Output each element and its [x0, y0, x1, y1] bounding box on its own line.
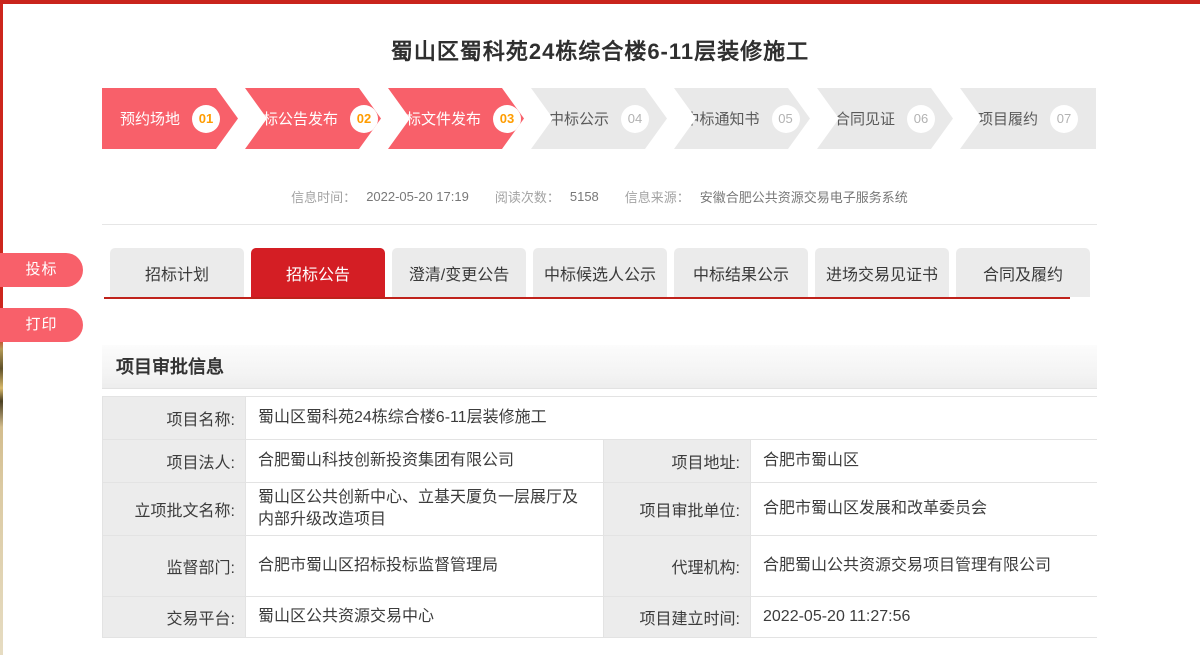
info-source-label: 信息来源： — [625, 187, 690, 206]
tab-clarification-change[interactable]: 澄清/变更公告 — [392, 248, 526, 297]
step-award-notice: 中标通知书 05 — [674, 88, 810, 149]
table-label-approval-doc-name: 立项批文名称: — [103, 483, 245, 535]
tab-contract-performance[interactable]: 合同及履约 — [956, 248, 1090, 297]
table-value-legal-person: 合肥蜀山科技创新投资集团有限公司 — [246, 440, 603, 482]
process-steps: 预约场地 01 招标公告发布 02 招标文件发布 03 中标公示 04 中标通知… — [102, 88, 1096, 149]
info-meta-line: 信息时间： 2022-05-20 17:19 阅读次数： 5158 信息来源： … — [102, 187, 1097, 206]
table-value-project-create-time: 2022-05-20 11:27:56 — [751, 597, 1098, 637]
step-number-badge: 07 — [1050, 105, 1078, 133]
agency-text: 合肥蜀山公共资源交易项目管理有限公司 — [763, 555, 1051, 577]
bid-button[interactable]: 投标 — [0, 253, 83, 287]
table-value-project-name: 蜀山区蜀科苑24栋综合楼6-11层装修施工 — [246, 397, 1098, 439]
print-button[interactable]: 打印 — [0, 308, 83, 342]
table-label-approval-authority: 项目审批单位: — [604, 483, 750, 535]
table-value-trade-platform: 蜀山区公共资源交易中心 — [246, 597, 603, 637]
table-label-project-address: 项目地址: — [604, 440, 750, 482]
table-label-project-create-time: 项目建立时间: — [604, 597, 750, 637]
table-label-project-name: 项目名称: — [103, 397, 245, 439]
page: 蜀山区蜀科苑24栋综合楼6-11层装修施工 预约场地 01 招标公告发布 02 … — [0, 0, 1200, 655]
step-tender-documents: 招标文件发布 03 — [388, 88, 524, 149]
horizontal-divider — [102, 224, 1097, 225]
table-value-approval-doc-name: 蜀山区公共创新中心、立基天厦负一层展厅及内部升级改造项目 — [246, 483, 603, 535]
step-label: 项目履约 — [978, 108, 1038, 129]
table-label-trade-platform: 交易平台: — [103, 597, 245, 637]
top-red-bar — [0, 0, 1200, 4]
table-value-agency: 合肥蜀山公共资源交易项目管理有限公司 — [751, 536, 1098, 596]
step-number-badge: 01 — [192, 105, 220, 133]
step-contract-witness: 合同见证 06 — [817, 88, 953, 149]
table-value-project-address: 合肥市蜀山区 — [751, 440, 1098, 482]
content-tabs: 招标计划 招标公告 澄清/变更公告 中标候选人公示 中标结果公示 进场交易见证书… — [110, 248, 1090, 297]
table-label-legal-person: 项目法人: — [103, 440, 245, 482]
view-count-label: 阅读次数： — [495, 187, 560, 206]
tab-tender-announcement[interactable]: 招标公告 — [251, 248, 385, 297]
table-label-agency: 代理机构: — [604, 536, 750, 596]
section-title-project-approval: 项目审批信息 — [102, 345, 1097, 389]
view-count-value: 5158 — [570, 189, 599, 204]
step-tender-announcement: 招标公告发布 02 — [245, 88, 381, 149]
step-label: 招标公告发布 — [248, 108, 338, 129]
table-label-supervision-dept: 监督部门: — [103, 536, 245, 596]
step-number-badge: 04 — [621, 105, 649, 133]
tabs-red-underline — [104, 297, 1070, 299]
step-winner-publicity: 中标公示 04 — [531, 88, 667, 149]
info-time-value: 2022-05-20 17:19 — [366, 189, 469, 204]
step-number-badge: 02 — [350, 105, 378, 133]
tab-candidate-publicity[interactable]: 中标候选人公示 — [533, 248, 667, 297]
tab-result-publicity[interactable]: 中标结果公示 — [674, 248, 808, 297]
tab-tender-plan[interactable]: 招标计划 — [110, 248, 244, 297]
step-number-badge: 03 — [493, 105, 521, 133]
table-value-supervision-dept: 合肥市蜀山区招标投标监督管理局 — [246, 536, 603, 596]
project-approval-table: 项目名称: 蜀山区蜀科苑24栋综合楼6-11层装修施工 项目法人: 合肥蜀山科技… — [102, 396, 1097, 638]
step-label: 中标通知书 — [684, 108, 759, 129]
step-label: 中标公示 — [549, 108, 609, 129]
step-reserve-venue: 预约场地 01 — [102, 88, 238, 149]
step-project-performance: 项目履约 07 — [960, 88, 1096, 149]
step-number-badge: 05 — [772, 105, 800, 133]
step-number-badge: 06 — [907, 105, 935, 133]
info-time-label: 信息时间： — [291, 187, 356, 206]
step-label: 预约场地 — [120, 108, 180, 129]
tab-entry-trade-certificate[interactable]: 进场交易见证书 — [815, 248, 949, 297]
table-value-approval-authority: 合肥市蜀山区发展和改革委员会 — [751, 483, 1098, 535]
info-source-value: 安徽合肥公共资源交易电子服务系统 — [700, 187, 908, 206]
step-label: 合同见证 — [835, 108, 895, 129]
page-title: 蜀山区蜀科苑24栋综合楼6-11层装修施工 — [0, 34, 1200, 66]
step-label: 招标文件发布 — [391, 108, 481, 129]
